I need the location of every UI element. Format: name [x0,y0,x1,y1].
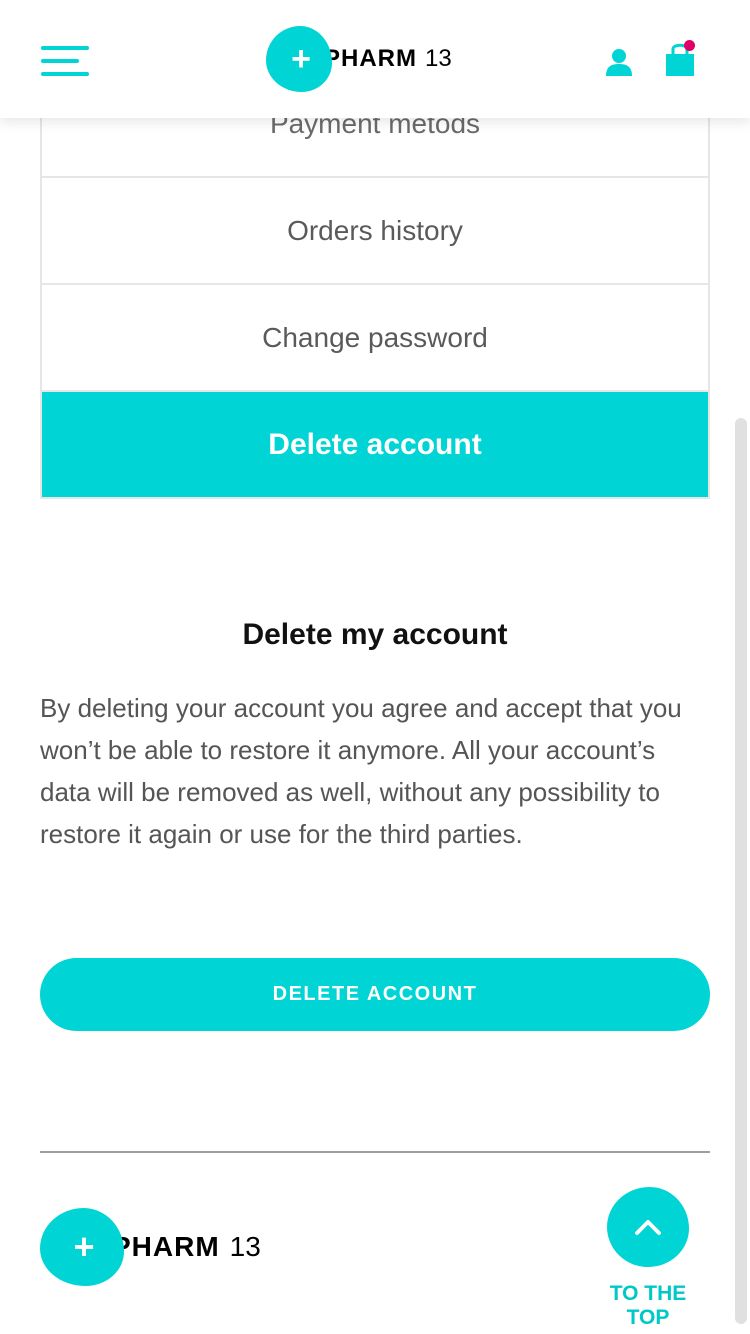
delete-section-title: Delete my account [242,618,508,651]
delete-account-button[interactable]: DELETE ACCOUNT [40,958,710,1031]
menu-item-delete-account[interactable]: Delete account [40,390,710,499]
to-top-label[interactable]: TO THE TOP [586,1282,710,1330]
logo-blob: + [40,1208,124,1286]
scrollbar[interactable] [735,418,747,1324]
to-top-button[interactable] [607,1187,689,1267]
logo-number: 13 [425,45,452,72]
header-logo[interactable]: + PHARM 13 [266,26,452,92]
logo-plus: + [291,40,311,78]
account-menu: Payment metods Orders history Change pas… [40,60,710,499]
footer-logo[interactable]: + PHARM 13 [40,1208,261,1286]
delete-section-description: By deleting your account you agree and a… [40,693,682,849]
hamburger-icon[interactable] [41,46,89,78]
user-icon[interactable] [606,48,632,76]
menu-item-orders-history[interactable]: Orders history [40,176,710,283]
menu-item-label: Orders history [287,214,463,246]
logo-word: PHARM [112,1231,220,1262]
menu-item-label: Delete account [268,427,482,461]
cart-badge-dot [684,40,695,51]
logo-number: 13 [229,1231,261,1262]
menu-item-label: Change password [262,321,488,353]
chevron-up-icon [635,1220,661,1235]
logo-plus: + [73,1226,95,1267]
logo-word: PHARM [324,45,417,72]
footer-divider [40,1151,710,1153]
app-header: + PHARM 13 [0,0,750,118]
menu-item-change-password[interactable]: Change password [40,283,710,390]
logo-blob: + [266,26,332,92]
